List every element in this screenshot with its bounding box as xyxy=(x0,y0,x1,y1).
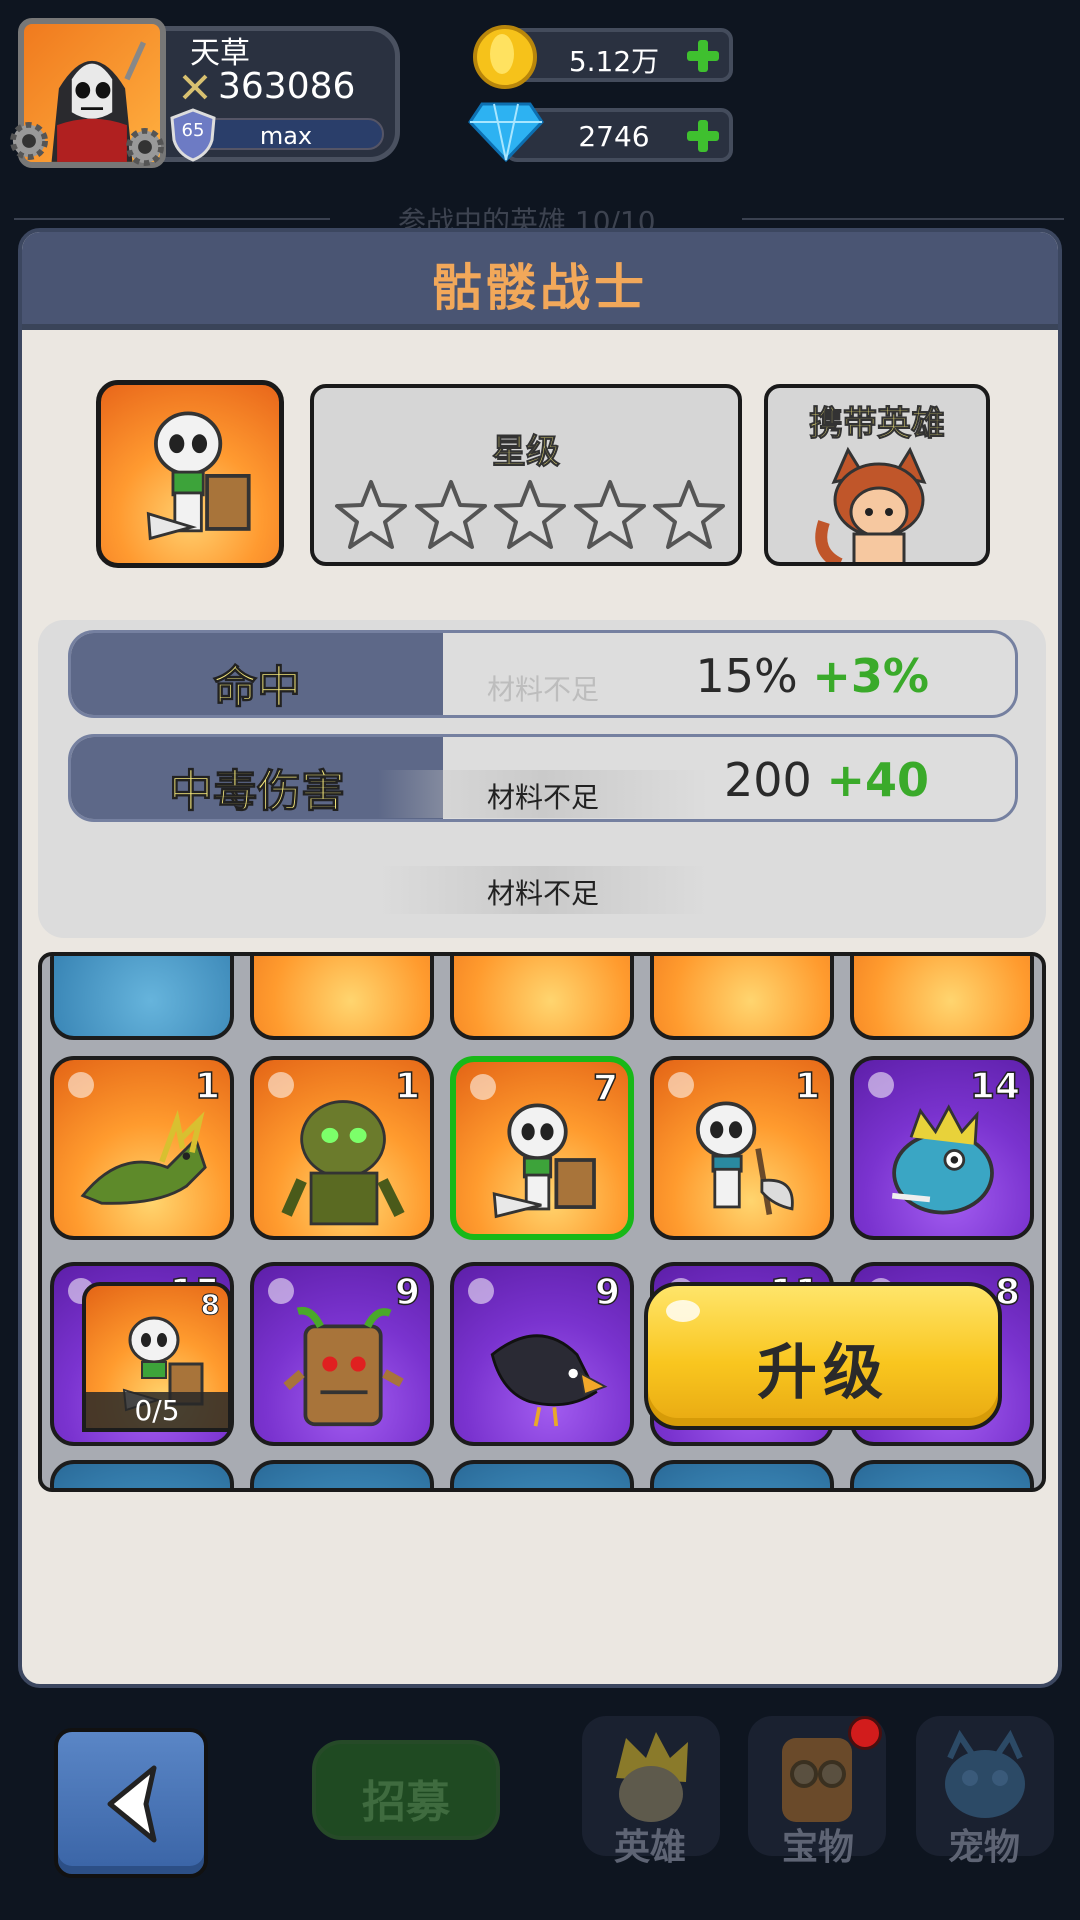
stat-base: 15% xyxy=(695,649,798,703)
gold-value: 5.12万 xyxy=(568,45,660,78)
star-empty-icon xyxy=(573,480,646,549)
hero-card-partial[interactable] xyxy=(450,1460,634,1488)
star-empty-icon xyxy=(494,480,566,549)
add-gem-button[interactable] xyxy=(683,116,723,156)
divider xyxy=(14,218,330,220)
gear-icon xyxy=(126,128,164,166)
star-rating-box: 星级 xyxy=(310,384,742,566)
toast-message: 材料不足 xyxy=(486,673,599,706)
level-bar-text: max xyxy=(259,122,313,150)
crossed-swords-icon xyxy=(182,74,208,100)
stat-bonus: +40 xyxy=(826,753,929,807)
hero-face-icon xyxy=(616,1732,688,1822)
hero-card-fish-monster[interactable]: 14 xyxy=(850,1056,1034,1240)
tab-pets-label: 宠物 xyxy=(947,1827,1020,1868)
upgrade-label: 升级 xyxy=(757,1338,889,1408)
player-power: 363086 xyxy=(218,66,356,107)
carry-hero-box[interactable]: 携带英雄 xyxy=(764,384,990,566)
hero-card-skeleton-axe[interactable]: 1 xyxy=(650,1056,834,1240)
panel-header: 骷髅战士 xyxy=(22,232,1058,330)
gem-value: 2746 xyxy=(578,120,650,153)
hero-card-partial[interactable] xyxy=(650,956,834,1040)
toast-message: 材料不足 xyxy=(378,770,708,818)
stat-value: 15% +3% xyxy=(695,649,929,703)
carry-title: 携带英雄 xyxy=(809,404,946,445)
gear-icon xyxy=(10,122,48,160)
star-row xyxy=(334,478,726,554)
recruit-label: 招募 xyxy=(362,1777,450,1828)
pet-dragon-icon xyxy=(945,1729,1025,1818)
upgrade-button[interactable]: 升级 xyxy=(644,1282,1002,1430)
star-empty-icon xyxy=(653,480,725,549)
hero-card-count: 14 xyxy=(969,1065,1021,1108)
back-button[interactable] xyxy=(54,1728,208,1878)
toast-message: 材料不足 xyxy=(378,866,708,914)
hero-card-count: 1 xyxy=(394,1065,421,1108)
back-arrow-icon xyxy=(107,1765,157,1843)
material-count: 8 xyxy=(200,1288,221,1322)
hero-card-partial[interactable] xyxy=(850,1460,1034,1488)
stat-bonus: +3% xyxy=(812,649,929,703)
hero-card-partial[interactable] xyxy=(50,956,234,1040)
hero-card-partial[interactable] xyxy=(250,1460,434,1488)
stat-value: 200 +40 xyxy=(724,753,929,807)
recruit-button[interactable]: 招募 xyxy=(312,1740,500,1840)
hero-card-tree-stump[interactable]: 9 xyxy=(250,1262,434,1446)
panel-title: 骷髅战士 xyxy=(432,259,648,317)
hero-card-partial[interactable] xyxy=(650,1460,834,1488)
hero-card-count: 9 xyxy=(394,1271,421,1314)
stats-area: 命中 15% +3% 中毒伤害 200 +40 材料不足 材料不足 材料不足 xyxy=(38,620,1046,938)
hero-detail-panel: 骷髅战士 星级 携带英雄 命中 15% +3% 中毒伤害 200 +40 材料不… xyxy=(18,228,1062,1688)
hero-card-partial[interactable] xyxy=(50,1460,234,1488)
hero-card-count: 9 xyxy=(594,1271,621,1314)
hero-card-partial[interactable] xyxy=(450,956,634,1040)
material-progress: 0/5 xyxy=(86,1392,228,1428)
divider xyxy=(742,218,1064,220)
hero-portrait xyxy=(96,380,284,568)
hero-card-partial[interactable] xyxy=(850,956,1034,1040)
hero-card-skeleton-warrior[interactable]: 7 xyxy=(450,1056,634,1240)
cat-girl-hero-icon xyxy=(815,446,927,562)
stat-base: 200 xyxy=(724,753,812,807)
tab-treasure-label: 宝物 xyxy=(781,1827,854,1868)
hero-card-partial[interactable] xyxy=(250,956,434,1040)
star-empty-icon xyxy=(335,480,407,549)
star-title: 星级 xyxy=(492,432,561,473)
hero-card-count: 7 xyxy=(592,1067,619,1110)
hero-card-dragon[interactable]: 1 xyxy=(50,1056,234,1240)
hero-card-treant-zombie[interactable]: 1 xyxy=(250,1056,434,1240)
skeleton-warrior-icon xyxy=(146,411,251,541)
material-card[interactable]: 8 0/5 xyxy=(82,1282,232,1432)
tab-heroes-label: 英雄 xyxy=(613,1827,686,1868)
hero-card-count: 1 xyxy=(794,1065,821,1108)
add-gold-button[interactable] xyxy=(683,36,723,76)
notification-badge xyxy=(848,1716,882,1750)
gold-coin-icon xyxy=(473,25,537,89)
hero-card-crow[interactable]: 9 xyxy=(450,1262,634,1446)
star-empty-icon xyxy=(414,480,487,549)
hero-card-count: 1 xyxy=(194,1065,221,1108)
player-level: 65 xyxy=(181,120,205,141)
diamond-icon xyxy=(468,102,544,163)
